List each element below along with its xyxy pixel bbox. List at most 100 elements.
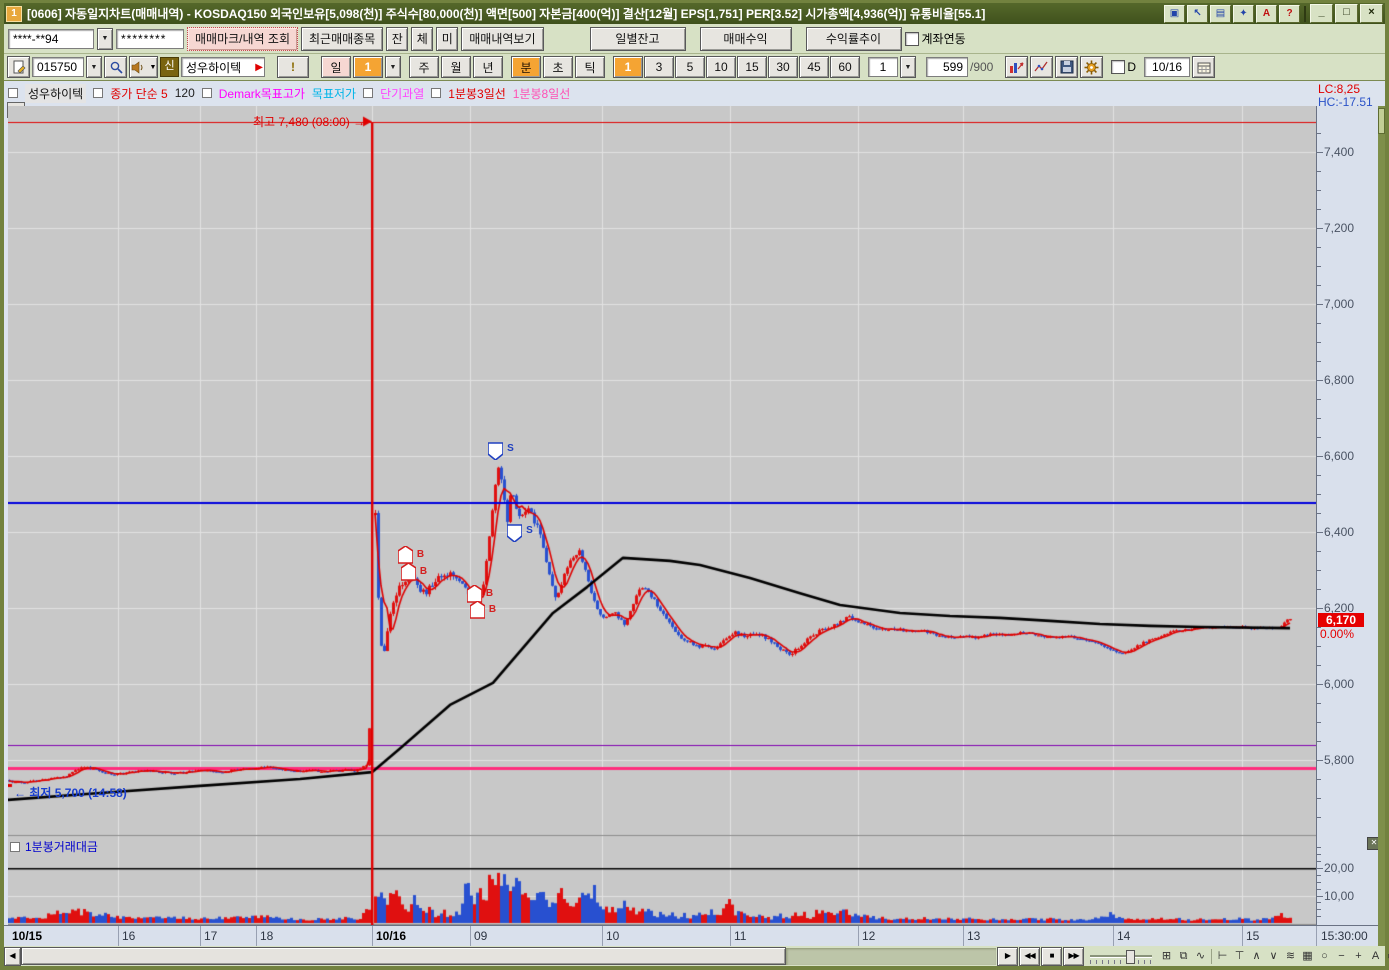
close-button[interactable]: × — [1360, 4, 1383, 23]
new-window-icon[interactable]: ⊞ — [1158, 948, 1175, 965]
cascade-windows-icon[interactable]: ⧉ — [1175, 948, 1192, 965]
period-day-button[interactable]: 일 — [321, 56, 351, 78]
title-icon-buttons: ▣ ↖ ▤ ✦ A? — [1164, 4, 1300, 23]
vertical-scrollbar-thumb[interactable] — [1378, 108, 1385, 134]
interval-3-button[interactable]: 3 — [644, 56, 674, 78]
legend-checkbox[interactable] — [431, 88, 442, 98]
time-axis-label: 13 — [967, 929, 981, 943]
time-axis[interactable]: 10/15 16 17 18 10/16 09 10 11 12 13 14 15 15:30:00 — [4, 925, 1378, 947]
interval-1-button[interactable]: 1 — [613, 56, 643, 78]
legend-checkbox[interactable] — [8, 88, 18, 98]
stock-name-field[interactable]: 성우하이텍 ▶ — [181, 57, 265, 77]
price-axis[interactable]: 6,170 0.00% ✕ 7,400 7,200 7,000 6,800 6,600 6… — [1316, 106, 1381, 925]
text-tool-button[interactable]: A — [1367, 948, 1384, 965]
interval-45-button[interactable]: 45 — [799, 56, 829, 78]
stock-code-dropdown-icon[interactable]: ▼ — [86, 56, 102, 78]
period-second-button[interactable]: 초 — [543, 56, 573, 78]
copy-window-icon[interactable]: ▤ — [1210, 4, 1231, 23]
rewind-button[interactable]: ◀◀ — [1019, 946, 1040, 966]
period-day-count-button[interactable]: 1 — [353, 56, 383, 78]
filled-mini-button[interactable]: 체 — [411, 26, 434, 51]
trade-profit-button[interactable]: 매매수익 — [699, 26, 792, 51]
pattern-chart-icon[interactable]: ∿ — [1192, 948, 1209, 965]
float-window-icon[interactable]: ↖ — [1187, 4, 1208, 23]
legend-checkbox[interactable] — [363, 88, 374, 98]
magnifier-icon[interactable]: ○ — [1316, 948, 1333, 965]
legend-checkbox[interactable] — [93, 88, 104, 98]
daily-balance-button[interactable]: 일별잔고 — [589, 26, 686, 51]
horizontal-scrollbar-track[interactable] — [786, 947, 996, 965]
horizontal-scrollbar-thumb[interactable] — [21, 947, 786, 965]
trend-tool-down-icon[interactable]: ∨ — [1265, 948, 1282, 965]
line-chart-icon[interactable] — [1030, 56, 1054, 78]
play-button[interactable]: ▶ — [997, 946, 1018, 966]
account-link-checkbox[interactable] — [904, 31, 919, 46]
signal-tool-icon[interactable]: ≋ — [1282, 948, 1299, 965]
fast-forward-button[interactable]: ▶▶ — [1063, 946, 1084, 966]
link-windows-icon[interactable]: ▣ — [1164, 4, 1185, 23]
trade-chart-icon[interactable] — [1005, 56, 1029, 78]
trade-history-button[interactable]: 매매내역보기 — [461, 26, 544, 51]
period-tick-button[interactable]: 틱 — [575, 56, 605, 78]
font-size-icon[interactable]: A — [1256, 4, 1277, 23]
interval-15-button[interactable]: 15 — [737, 56, 767, 78]
speaker-icon[interactable]: ▼ — [129, 56, 158, 78]
unfilled-mini-button[interactable]: 미 — [436, 26, 459, 51]
save-icon[interactable] — [1055, 56, 1079, 78]
minimize-button[interactable]: _ — [1310, 4, 1333, 23]
title-bar[interactable]: 1 [0606] 자동일지차트(매매내역) - KOSDAQ150 외국인보유[… — [4, 3, 1385, 24]
price-axis-label: 7,000 — [1324, 297, 1355, 311]
period-day-dropdown-icon[interactable]: ▼ — [385, 56, 401, 78]
interval-30-button[interactable]: 30 — [768, 56, 798, 78]
period-minute-button[interactable]: 분 — [511, 56, 541, 78]
snapshot-icon[interactable]: ▭ — [1384, 948, 1389, 965]
trend-tool-left-icon[interactable]: ⊢ — [1214, 948, 1231, 965]
stock-code-input[interactable]: 015750 — [32, 57, 84, 77]
vertical-scrollbar[interactable] — [1378, 106, 1385, 946]
account-dropdown-icon[interactable]: ▼ — [97, 27, 113, 50]
interval-10-button[interactable]: 10 — [706, 56, 736, 78]
zoom-out-button[interactable]: − — [1333, 948, 1350, 965]
zoom-in-button[interactable]: + — [1350, 948, 1367, 965]
price-chart-canvas[interactable] — [8, 106, 1316, 925]
interval-60-button[interactable]: 60 — [830, 56, 860, 78]
date-input[interactable]: 10/16 — [1144, 57, 1191, 77]
calendar-icon[interactable] — [1192, 56, 1216, 78]
balance-mini-button[interactable]: 잔 — [386, 26, 409, 51]
pin-window-icon[interactable]: ✦ — [1233, 4, 1254, 23]
price-axis-label: 5,800 — [1324, 753, 1355, 767]
price-axis-tick — [1317, 323, 1321, 324]
account-link-label: 계좌연동 — [921, 32, 966, 46]
bar-width-slider[interactable] — [1090, 948, 1152, 965]
journal-icon[interactable] — [7, 56, 30, 78]
account-select[interactable]: ****-**94 — [8, 28, 94, 49]
alert-button[interactable]: ! — [277, 56, 309, 78]
window-title: [0606] 자동일지차트(매매내역) - KOSDAQ150 외국인보유[5,… — [27, 7, 986, 21]
trade-mark-lookup-button[interactable]: 매매마크/내역 조회 — [187, 26, 298, 51]
recent-trades-button[interactable]: 최근매매종목 — [301, 26, 384, 51]
help-icon[interactable]: ? — [1279, 4, 1300, 23]
search-icon[interactable] — [104, 56, 127, 78]
trend-tool-top-icon[interactable]: ⊤ — [1231, 948, 1248, 965]
bar-count-input[interactable]: 599 — [926, 57, 968, 77]
trend-tool-up-icon[interactable]: ∧ — [1248, 948, 1265, 965]
legend-checkbox[interactable] — [201, 88, 212, 98]
slider-thumb[interactable] — [1126, 949, 1135, 964]
interval-input[interactable]: 1 — [868, 57, 898, 77]
volume-legend-checkbox[interactable] — [10, 841, 20, 852]
d-checkbox[interactable] — [1111, 60, 1126, 74]
interval-5-button[interactable]: 5 — [675, 56, 705, 78]
scroll-left-button[interactable]: ◀ — [4, 946, 21, 966]
period-month-button[interactable]: 월 — [441, 56, 471, 78]
settings-gear-icon[interactable] — [1080, 56, 1104, 78]
chart-image-icon[interactable]: ▦ — [1299, 948, 1316, 965]
period-week-button[interactable]: 주 — [409, 56, 439, 78]
period-year-button[interactable]: 년 — [473, 56, 503, 78]
password-field[interactable]: ******** — [116, 28, 184, 49]
interval-dropdown-icon[interactable]: ▼ — [900, 56, 916, 78]
legend-item-1: 종가 단순 5 — [110, 86, 168, 101]
stop-button[interactable]: ■ — [1041, 946, 1062, 966]
maximize-button[interactable]: □ — [1335, 4, 1358, 23]
time-axis-label: 14 — [1117, 929, 1131, 943]
profit-trend-button[interactable]: 수익률추이 — [805, 26, 902, 51]
